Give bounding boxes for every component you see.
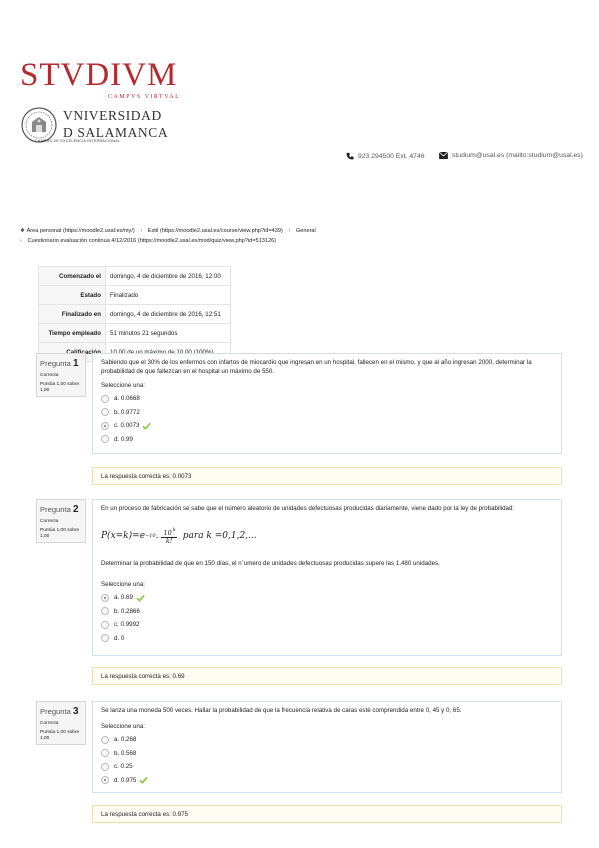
studium-wordmark: STVDIVM [20, 57, 178, 93]
question-2-feedback: La respuesta correcta es: 0.69 [92, 667, 562, 685]
breadcrumb-separator: › [140, 228, 143, 234]
breadcrumb-item-quiz[interactable]: Cuestionario evaluación continua 4/12/20… [27, 238, 276, 244]
radio-button[interactable] [101, 607, 109, 616]
campus-excellence-tagline: CAMPUS DE EXCELENCIA INTERNACIONAL [35, 139, 121, 143]
answer-option[interactable]: a. 0.0668 [101, 392, 553, 406]
summary-value: Finalizado [105, 285, 231, 305]
answer-option[interactable]: b. 0.568 [101, 747, 553, 761]
email-link[interactable]: studium@usal.es (mailto:studium@usal.es) [452, 152, 583, 159]
attempt-summary-table: Comenzado el domingo, 4 de diciembre de 2… [38, 266, 231, 362]
question-state: Correcta [40, 519, 59, 524]
question-state: Correcta [40, 373, 59, 378]
answer-option[interactable]: b. 0.9772 [101, 406, 553, 420]
select-label: Seleccione una: [101, 382, 146, 389]
question-grade: Puntúa 1,00 sobre 1,00 [40, 528, 80, 539]
radio-button[interactable] [101, 421, 109, 430]
phone-contact: 923 294500 Ext. 4746 [346, 152, 425, 160]
question-1-content: Sabiendo que el 30% de los enfermos con … [92, 353, 562, 454]
radio-button[interactable] [101, 593, 109, 602]
question-state: Correcta [40, 721, 59, 726]
answer-option-selected[interactable]: c. 0.0073 [101, 419, 553, 433]
table-row: Tiempo empleado 51 minutos 21 segundos [38, 323, 231, 343]
question-3-info: Pregunta 3 Correcta Puntúa 1,00 sobre 1,… [36, 701, 86, 745]
radio-button[interactable] [101, 394, 109, 403]
university-name-line1: VNIVERSIDAD [63, 108, 162, 123]
formula-fraction: 10k k! [161, 527, 177, 545]
answer-option[interactable]: a. 0.268 [101, 733, 553, 747]
question-3-feedback: La respuesta correcta es: 0.975 [92, 805, 562, 823]
select-label: Seleccione una: [101, 581, 146, 588]
question-prompt: En un proceso de fabricación se sabe que… [101, 505, 515, 512]
summary-label: Comenzado el [38, 266, 106, 286]
question-number-label: Pregunta 3 [40, 706, 79, 717]
breadcrumb-item-area-personal[interactable]: Área personal (https://moodle2.usal.es/m… [27, 228, 135, 234]
question-number-label: Pregunta 2 [40, 504, 79, 515]
probability-formula: P(x=k)=e −10. 10k k! para k =0,1,2,... [101, 527, 257, 545]
summary-value: domingo, 4 de diciembre de 2016, 12:00 [105, 266, 231, 286]
question-1-feedback: La respuesta correcta es: 0.0073 [92, 467, 562, 485]
radio-button[interactable] [101, 762, 109, 771]
question-3-content: Se lanza una moneda 500 veces. Hallar la… [92, 701, 562, 793]
correct-check-icon [136, 594, 145, 602]
select-label: Seleccione una: [101, 723, 146, 730]
summary-value: domingo, 4 de diciembre de 2016, 12:51 [105, 304, 231, 324]
breadcrumb-separator: › [288, 228, 291, 234]
radio-button[interactable] [101, 435, 109, 444]
breadcrumb-item-general[interactable]: General [296, 228, 316, 234]
email-contact[interactable]: studium@usal.es (mailto:studium@usal.es) [439, 152, 583, 159]
breadcrumb-item-course[interactable]: Estil (https://moodle2.usal.es/course/vi… [148, 228, 283, 234]
question-prompt: Se lanza una moneda 500 veces. Hallar la… [101, 707, 462, 714]
breadcrumb: ❖ Área personal (https://moodle2.usal.es… [20, 226, 316, 246]
radio-button[interactable] [101, 776, 109, 785]
radio-button[interactable] [101, 749, 109, 758]
phone-number: 923 294500 Ext. 4746 [358, 152, 425, 160]
question-1-info: Pregunta 1 Correcta Puntúa 1,00 sobre 1,… [36, 353, 86, 397]
question-grade: Puntúa 1,00 sobre 1,00 [40, 382, 80, 393]
question-prompt-continued: Determinar la probabilidad de que en 150… [101, 560, 440, 567]
question-grade: Puntúa 1,00 sobre 1,00 [40, 730, 80, 741]
correct-check-icon [142, 422, 152, 430]
campus-virtual-tagline: CAMPVS VIRTVAL [108, 94, 181, 100]
summary-label: Tiempo empleado [38, 323, 106, 343]
question-2-info: Pregunta 2 Correcta Puntúa 1,00 sobre 1,… [36, 499, 86, 543]
correct-check-icon [139, 777, 149, 785]
table-row: Finalizado en domingo, 4 de diciembre de … [38, 304, 231, 324]
question-2-content: En un proceso de fabricación se sabe que… [92, 499, 562, 656]
home-icon: ❖ [20, 228, 26, 234]
summary-value: 51 minutos 21 segundos [105, 323, 231, 343]
phone-icon [346, 152, 354, 160]
summary-label: Estado [38, 285, 106, 305]
answer-option[interactable]: c. 0.25 [101, 760, 553, 774]
answer-option[interactable]: b. 0.2866 [101, 605, 553, 619]
answer-option[interactable]: c. 0.9992 [101, 618, 553, 632]
radio-button[interactable] [101, 634, 109, 643]
radio-button[interactable] [101, 735, 109, 744]
radio-button[interactable] [101, 620, 109, 629]
table-row: Estado Finalizado [38, 285, 231, 305]
answer-option-selected[interactable]: d. 0.975 [101, 774, 553, 788]
summary-label: Finalizado en [38, 304, 106, 324]
table-row: Comenzado el domingo, 4 de diciembre de 2… [38, 266, 231, 286]
question-number-label: Pregunta 1 [40, 358, 79, 369]
answer-option-selected[interactable]: a. 0.69 [101, 591, 553, 605]
answer-option[interactable]: d. 0 [101, 632, 553, 646]
breadcrumb-separator: › [20, 238, 22, 244]
question-prompt: Sabiendo que el 30% de los enfermos con … [101, 359, 532, 375]
studium-logo[interactable]: STVDIVM CAMPVS VIRTVAL [20, 57, 179, 106]
envelope-icon [439, 152, 448, 159]
answer-option[interactable]: d. 0.99 [101, 433, 553, 447]
radio-button[interactable] [101, 408, 109, 417]
